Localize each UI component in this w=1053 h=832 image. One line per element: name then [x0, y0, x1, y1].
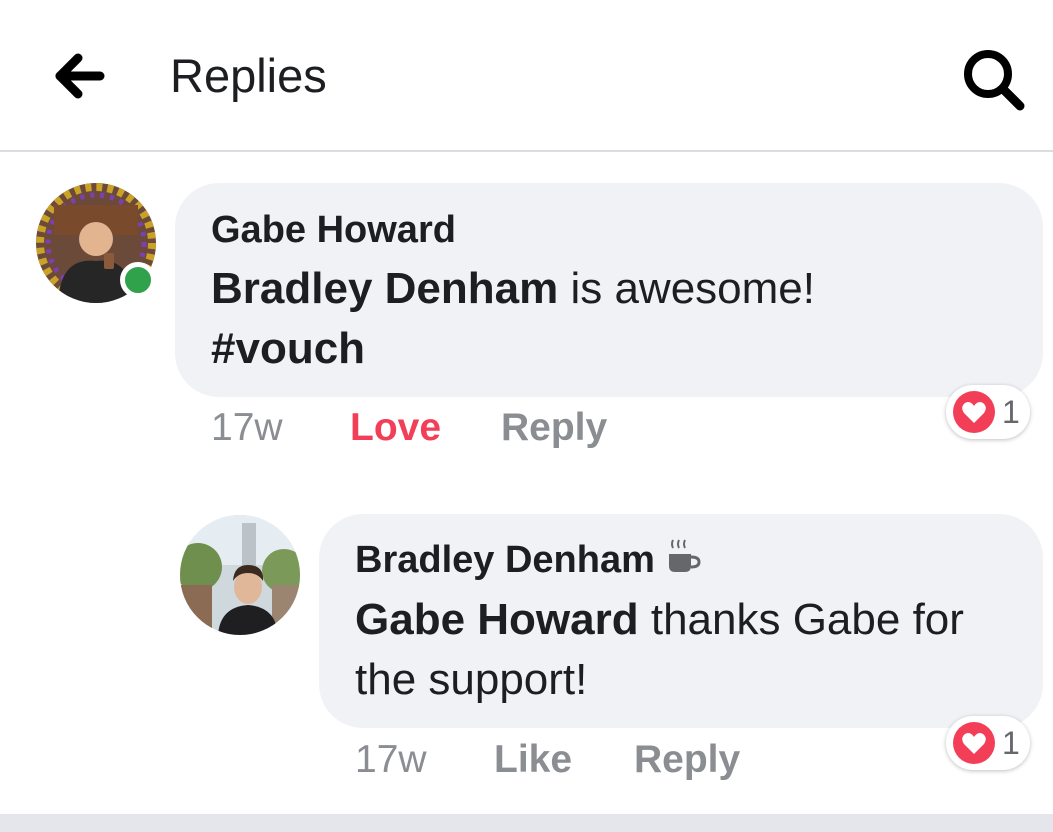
reaction-count: 1	[1002, 394, 1020, 430]
mention-link[interactable]: Gabe Howard	[355, 595, 639, 644]
reaction-count: 1	[1002, 725, 1020, 761]
comment-timestamp: 17w	[211, 406, 283, 449]
comment-text: is awesome!	[558, 264, 815, 313]
comment-bubble[interactable]: Gabe Howard Bradley Denham is awesome! #…	[175, 183, 1043, 397]
page-title: Replies	[170, 49, 327, 102]
online-status-indicator	[120, 262, 156, 298]
arrow-left-icon	[55, 53, 105, 99]
reaction-summary[interactable]: 1	[946, 716, 1030, 770]
back-button[interactable]	[52, 48, 116, 104]
reply-bubble[interactable]: Bradley Denham Gabe Howard thanks Gabe f…	[319, 514, 1043, 728]
search-icon	[964, 50, 1025, 111]
like-button[interactable]: Like	[494, 736, 572, 784]
heart-icon	[953, 391, 995, 433]
top-bar: Replies	[0, 0, 1053, 152]
reply-author: Bradley Denham	[355, 536, 703, 583]
love-button[interactable]: Love	[350, 404, 441, 452]
comment-author[interactable]: Gabe Howard	[211, 207, 456, 253]
reply-timestamp: 17w	[355, 738, 427, 781]
hashtag-link[interactable]: #vouch	[211, 319, 365, 379]
reply-text-line-2: the support!	[355, 655, 588, 704]
avatar-bradley-denham[interactable]	[180, 515, 300, 635]
reply-author-name[interactable]: Bradley Denham	[355, 539, 655, 581]
coffee-cup-icon	[669, 539, 701, 572]
heart-icon	[953, 722, 995, 764]
comment-text-line-1: Bradley Denham is awesome!	[211, 259, 815, 319]
reply-button[interactable]: Reply	[501, 404, 607, 452]
reply-text: thanks Gabe for	[638, 595, 964, 644]
reply-button[interactable]: Reply	[634, 736, 740, 784]
reply-text-line-1: Gabe Howard thanks Gabe for	[355, 590, 964, 650]
bottom-divider	[0, 814, 1053, 832]
search-button[interactable]	[958, 44, 1030, 112]
mention-link[interactable]: Bradley Denham	[211, 264, 558, 313]
reaction-summary[interactable]: 1	[946, 385, 1030, 439]
